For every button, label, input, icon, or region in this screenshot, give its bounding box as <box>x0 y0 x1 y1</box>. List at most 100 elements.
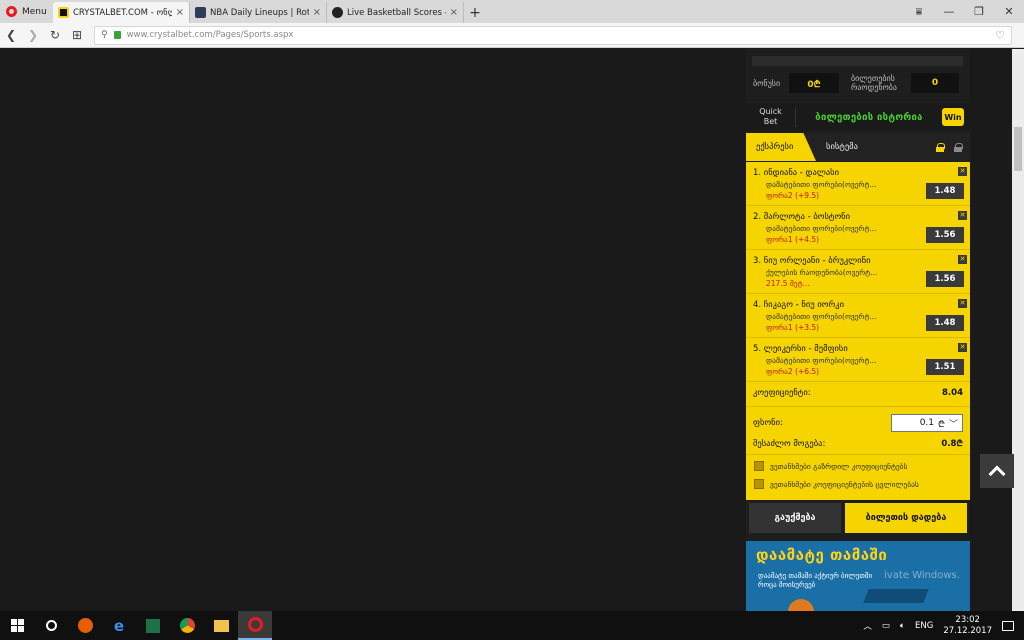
tab-title: Live Basketball Scores - NBA <box>347 7 446 18</box>
scroll-to-top-button[interactable] <box>980 454 1014 488</box>
bet-odds: 1.51 <box>926 359 964 375</box>
opera-logo-icon <box>6 6 17 17</box>
ticket-history-link[interactable]: ბილეთების ისტორია <box>796 112 942 123</box>
window-controls: ⩸ — ❐ ✕ <box>904 0 1024 23</box>
excel-taskbar-icon[interactable] <box>136 611 170 640</box>
bet-match: 5. ლეიკერსი - მემფისი <box>753 344 848 354</box>
restore-icon[interactable]: ❐ <box>964 0 994 23</box>
secure-lock-icon[interactable] <box>113 31 121 39</box>
close-tab-icon[interactable]: × <box>176 7 184 18</box>
possible-win-label: შესაძლო მოგება: <box>753 438 826 449</box>
bookmark-heart-icon[interactable]: ♡ <box>995 29 1005 42</box>
tab-live-scores[interactable]: Live Basketball Scores - NBA × <box>327 2 464 23</box>
bonus-value: 0₾ <box>789 73 839 93</box>
remove-bet-icon[interactable]: ✕ <box>958 343 967 352</box>
bet-market: დამატებითი ფორები(ოვერტ... <box>766 180 877 189</box>
remove-bet-icon[interactable]: ✕ <box>958 299 967 308</box>
bet-match: 2. შარლოტა - ბოსტონი <box>753 212 850 222</box>
bet-odds: 1.56 <box>926 227 964 243</box>
tab-express[interactable]: ექსპრესი <box>746 133 816 161</box>
betslip-body: 1. ინდიანა - დალასი დამატებითი ფორები(ოვ… <box>746 162 970 500</box>
browser-tab-strip: Menu CRYSTALBET.COM - ონლაინ × NBA Daily… <box>0 0 1024 23</box>
livescores-favicon-icon <box>332 7 343 18</box>
tab-title: NBA Daily Lineups | RotoWire <box>210 7 309 18</box>
url-text[interactable]: www.crystalbet.com/Pages/Sports.aspx <box>127 30 990 40</box>
firefox-taskbar-icon[interactable] <box>68 611 102 640</box>
network-icon[interactable]: ▭ <box>882 621 890 631</box>
place-bet-button[interactable]: ბილეთის დადება <box>845 502 967 533</box>
bet-pick: ფორა1 (+4.5) <box>766 235 820 244</box>
search-icon <box>45 620 57 631</box>
bet-item: 4. ჩიკაგო - ნიუ იორკი დამატებითი ფორები(… <box>746 294 970 338</box>
bet-item: 1. ინდიანა - დალასი დამატებითი ფორები(ოვ… <box>746 162 970 206</box>
back-icon[interactable]: ❮ <box>0 23 22 48</box>
close-tab-icon[interactable]: × <box>450 7 458 18</box>
language-indicator[interactable]: ENG <box>915 621 933 631</box>
promo-subtitle: დაამატე თამაში აქტიურ ბილეთში როცა მოისუ… <box>758 572 873 589</box>
bet-odds: 1.56 <box>926 271 964 287</box>
basketball-image <box>788 599 814 611</box>
volume-icon[interactable]: 🔈︎ <box>900 621 905 631</box>
start-button[interactable] <box>0 611 34 640</box>
lock-icon[interactable] <box>954 142 963 152</box>
tab-system[interactable]: სისტემა <box>826 142 858 152</box>
close-tab-icon[interactable]: × <box>313 7 321 18</box>
url-field[interactable]: ⚲ www.crystalbet.com/Pages/Sports.aspx ♡ <box>94 25 1012 45</box>
tab-menu-icon[interactable]: ⩸ <box>904 0 934 23</box>
edge-taskbar-icon[interactable]: e <box>102 611 136 640</box>
betslip-panel: ბონუსი 0₾ ბილეთების რაოდენობა 0 Quick Be… <box>746 49 970 611</box>
bonus-label: ბონუსი <box>753 78 781 88</box>
tab-rotowire[interactable]: NBA Daily Lineups | RotoWire × <box>190 2 327 23</box>
checkbox[interactable] <box>754 461 764 471</box>
search-icon: ⚲ <box>101 30 108 40</box>
quick-bet-button[interactable]: Quick Bet <box>746 107 796 127</box>
win-badge[interactable]: Win <box>942 108 964 126</box>
unlock-icon[interactable] <box>936 142 945 152</box>
reload-icon[interactable]: ↻ <box>44 23 66 48</box>
history-row: Quick Bet ბილეთების ისტორია Win <box>746 103 970 131</box>
windows-logo-icon <box>10 619 24 632</box>
top-strip <box>752 56 963 66</box>
rotowire-favicon-icon <box>195 7 206 18</box>
bet-match: 1. ინდიანა - დალასი <box>753 168 840 178</box>
chrome-taskbar-icon[interactable] <box>170 611 204 640</box>
bet-item: 2. შარლოტა - ბოსტონი დამატებითი ფორები(ო… <box>746 206 970 250</box>
bet-odds: 1.48 <box>926 183 964 199</box>
forward-icon[interactable]: ❯ <box>22 23 44 48</box>
windows-taskbar: e ︿ ▭ 🔈︎ ENG 23:02 27.12.2017 <box>0 611 1024 640</box>
bet-match: 4. ჩიკაგო - ნიუ იორკი <box>753 300 844 310</box>
action-center-icon[interactable] <box>1002 620 1014 631</box>
minimize-icon[interactable]: — <box>934 0 964 23</box>
menu-label: Menu <box>22 6 47 17</box>
chevron-down-icon[interactable]: ﹀ <box>949 417 958 430</box>
opera-taskbar-icon[interactable] <box>238 611 272 640</box>
page-scrollbar[interactable] <box>1012 49 1024 611</box>
clock[interactable]: 23:02 27.12.2017 <box>943 615 992 637</box>
speed-dial-icon[interactable]: ⊞ <box>66 23 88 48</box>
bet-market: დამატებითი ფორები(ოვერტ... <box>766 312 877 321</box>
address-bar: ❮ ❯ ↻ ⊞ ⚲ www.crystalbet.com/Pages/Sport… <box>0 23 1024 48</box>
accept-odds-change-option[interactable]: ვეთანხმები კოეფიციენტების ცვლილებას <box>754 479 919 489</box>
activate-windows-watermark: ivate Windows. <box>884 570 960 581</box>
remove-bet-icon[interactable]: ✕ <box>958 211 967 220</box>
taskbar-search-button[interactable] <box>34 611 68 640</box>
remove-bet-icon[interactable]: ✕ <box>958 255 967 264</box>
new-tab-button[interactable]: + <box>464 2 486 23</box>
scrollbar-thumb[interactable] <box>1014 127 1022 171</box>
tab-crystalbet[interactable]: CRYSTALBET.COM - ონლაინ × <box>53 2 190 23</box>
coefficient-row: კოეფიციენტი: 8.04 <box>753 388 963 398</box>
close-window-icon[interactable]: ✕ <box>994 0 1024 23</box>
cancel-button[interactable]: გაუქმება <box>749 502 841 533</box>
checkbox[interactable] <box>754 479 764 489</box>
opera-menu-button[interactable]: Menu <box>0 0 53 23</box>
remove-bet-icon[interactable]: ✕ <box>958 167 967 176</box>
show-hidden-icons-icon[interactable]: ︿ <box>863 620 872 632</box>
tab-title: CRYSTALBET.COM - ონლაინ <box>73 7 172 18</box>
balance-row: ბონუსი 0₾ ბილეთების რაოდენობა 0 <box>746 71 970 95</box>
accept-higher-odds-option[interactable]: ვეთანხმები გაზრდილ კოეფიციენტებს <box>754 461 907 471</box>
bet-item: 3. ნიუ ორლეანი - ბრუკლინი ქულების რაოდენ… <box>746 250 970 294</box>
bet-market: დამატებითი ფორები(ოვერტ... <box>766 224 877 233</box>
stake-input[interactable]: 0.1 ₾ ﹀ <box>891 414 963 432</box>
option-label: ვეთანხმები კოეფიციენტების ცვლილებას <box>770 479 919 489</box>
file-explorer-taskbar-icon[interactable] <box>204 611 238 640</box>
